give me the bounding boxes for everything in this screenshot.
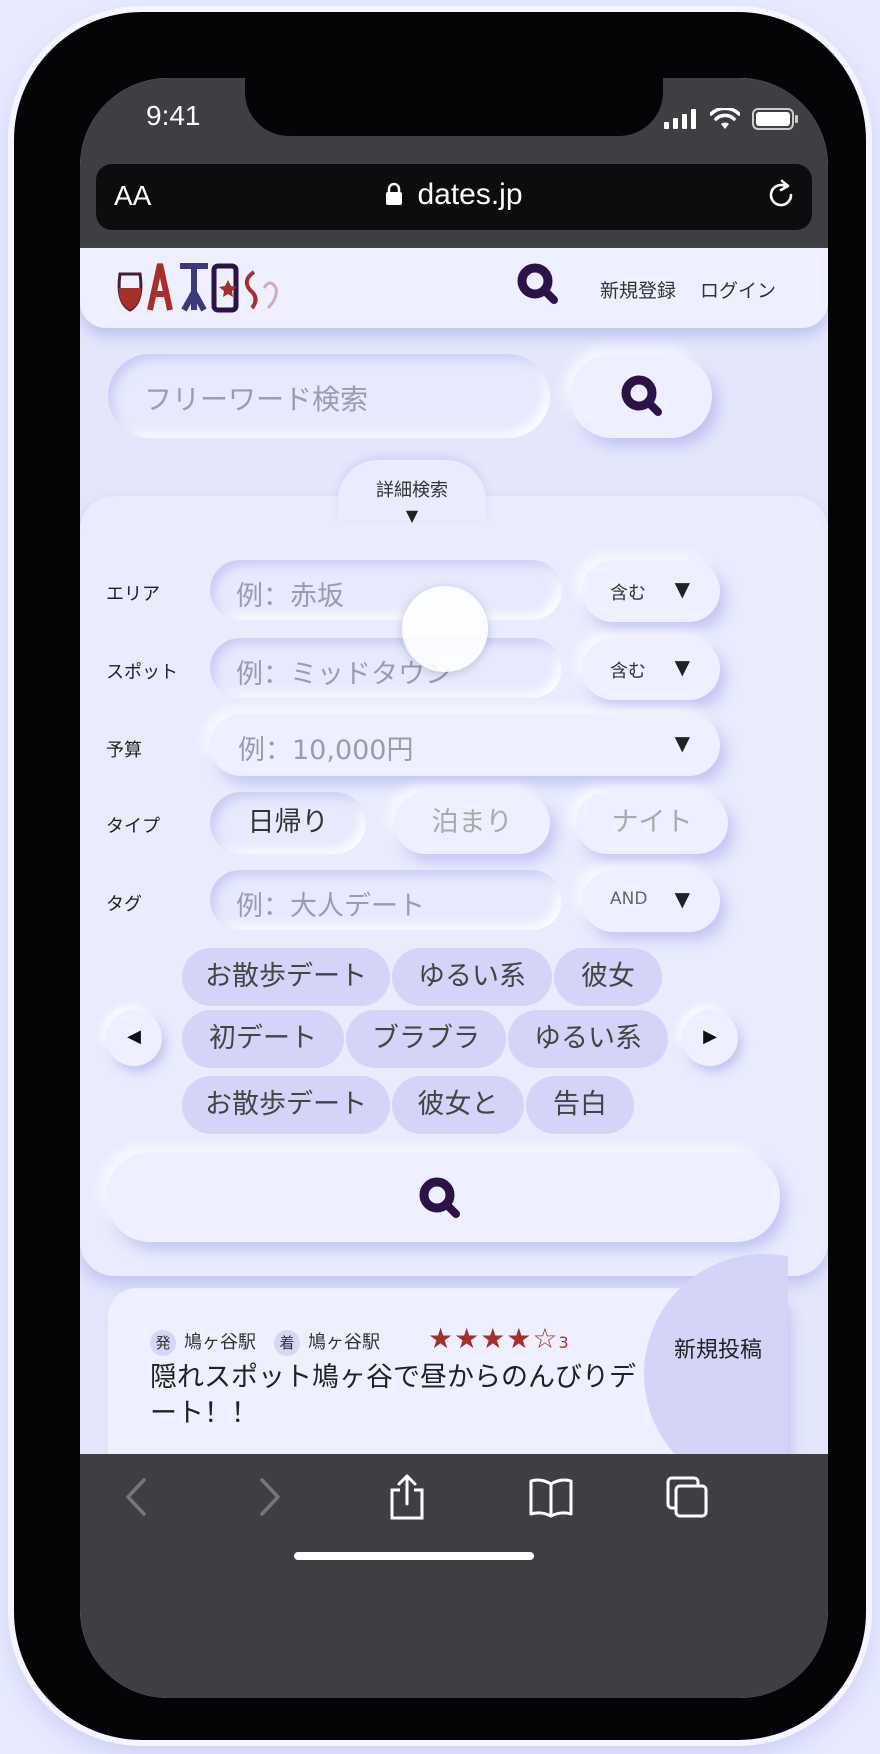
forward-icon[interactable] (250, 1472, 290, 1522)
new-post-label: 新規投稿 (674, 1338, 763, 1363)
browser-toolbar (80, 1454, 828, 1698)
share-icon[interactable] (386, 1472, 428, 1522)
screen: 9:41 AA dates.jp 新規登録 ログイン フリーワード検索 エリア … (80, 78, 828, 1698)
home-indicator (294, 1552, 534, 1560)
tabs-icon[interactable] (664, 1472, 712, 1522)
new-post-clip: 新規投稿 (80, 78, 788, 1618)
bookmarks-icon[interactable] (528, 1472, 574, 1522)
phone-frame: 9:41 AA dates.jp 新規登録 ログイン フリーワード検索 エリア … (14, 12, 866, 1740)
back-icon[interactable] (116, 1472, 156, 1522)
